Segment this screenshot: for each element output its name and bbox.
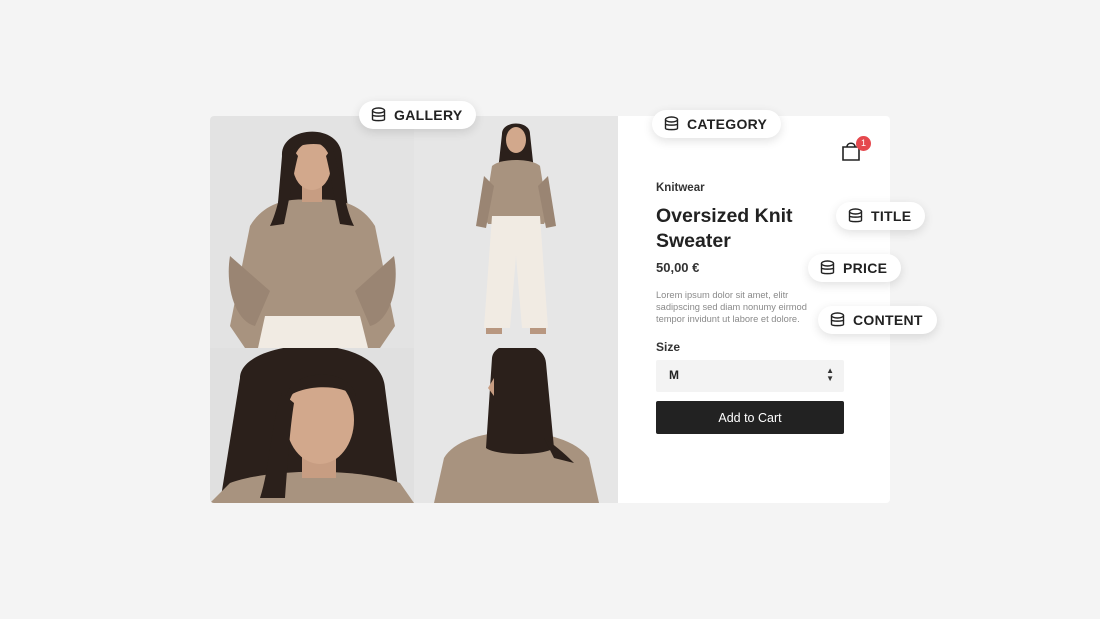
product-price: 50,00 € — [656, 260, 700, 275]
content-field-tag: CONTENT — [818, 306, 937, 334]
gallery-photo-front[interactable] — [210, 116, 414, 348]
size-label: Size — [656, 340, 681, 354]
database-icon — [371, 107, 386, 122]
add-to-cart-button[interactable]: Add to Cart — [656, 401, 844, 434]
category-tag-label: CATEGORY — [687, 116, 768, 132]
gallery-field-tag: GALLERY — [359, 101, 477, 129]
content-tag-label: CONTENT — [853, 312, 923, 328]
cart-button[interactable]: 1 — [840, 136, 871, 166]
product-card: 1 Knitwear Oversized Knit Sweater 50,00 … — [210, 116, 890, 503]
price-field-tag: PRICE — [808, 254, 902, 282]
select-arrows-icon: ▲ ▼ — [826, 366, 834, 383]
gallery-tag-label: GALLERY — [394, 107, 463, 123]
database-icon — [848, 208, 863, 223]
product-title: Oversized Knit Sweater — [656, 205, 793, 252]
product-description: Lorem ipsum dolor sit amet, elitr sadips… — [656, 290, 807, 324]
gallery-photo-full-body[interactable] — [414, 116, 618, 348]
category-field-tag: CATEGORY — [652, 110, 782, 138]
database-icon — [820, 260, 835, 275]
product-category: Knitwear — [656, 182, 705, 194]
cart-count-badge: 1 — [856, 136, 871, 151]
title-field-tag: TITLE — [836, 202, 926, 230]
size-select[interactable]: M ▲ ▼ — [656, 360, 844, 392]
database-icon — [830, 312, 845, 327]
title-tag-label: TITLE — [871, 208, 912, 224]
product-gallery — [210, 116, 618, 503]
gallery-photo-closeup[interactable] — [210, 348, 414, 503]
database-icon — [664, 116, 679, 131]
gallery-photo-back[interactable] — [414, 348, 618, 503]
size-selected-value: M — [669, 368, 679, 382]
price-tag-label: PRICE — [843, 260, 888, 276]
